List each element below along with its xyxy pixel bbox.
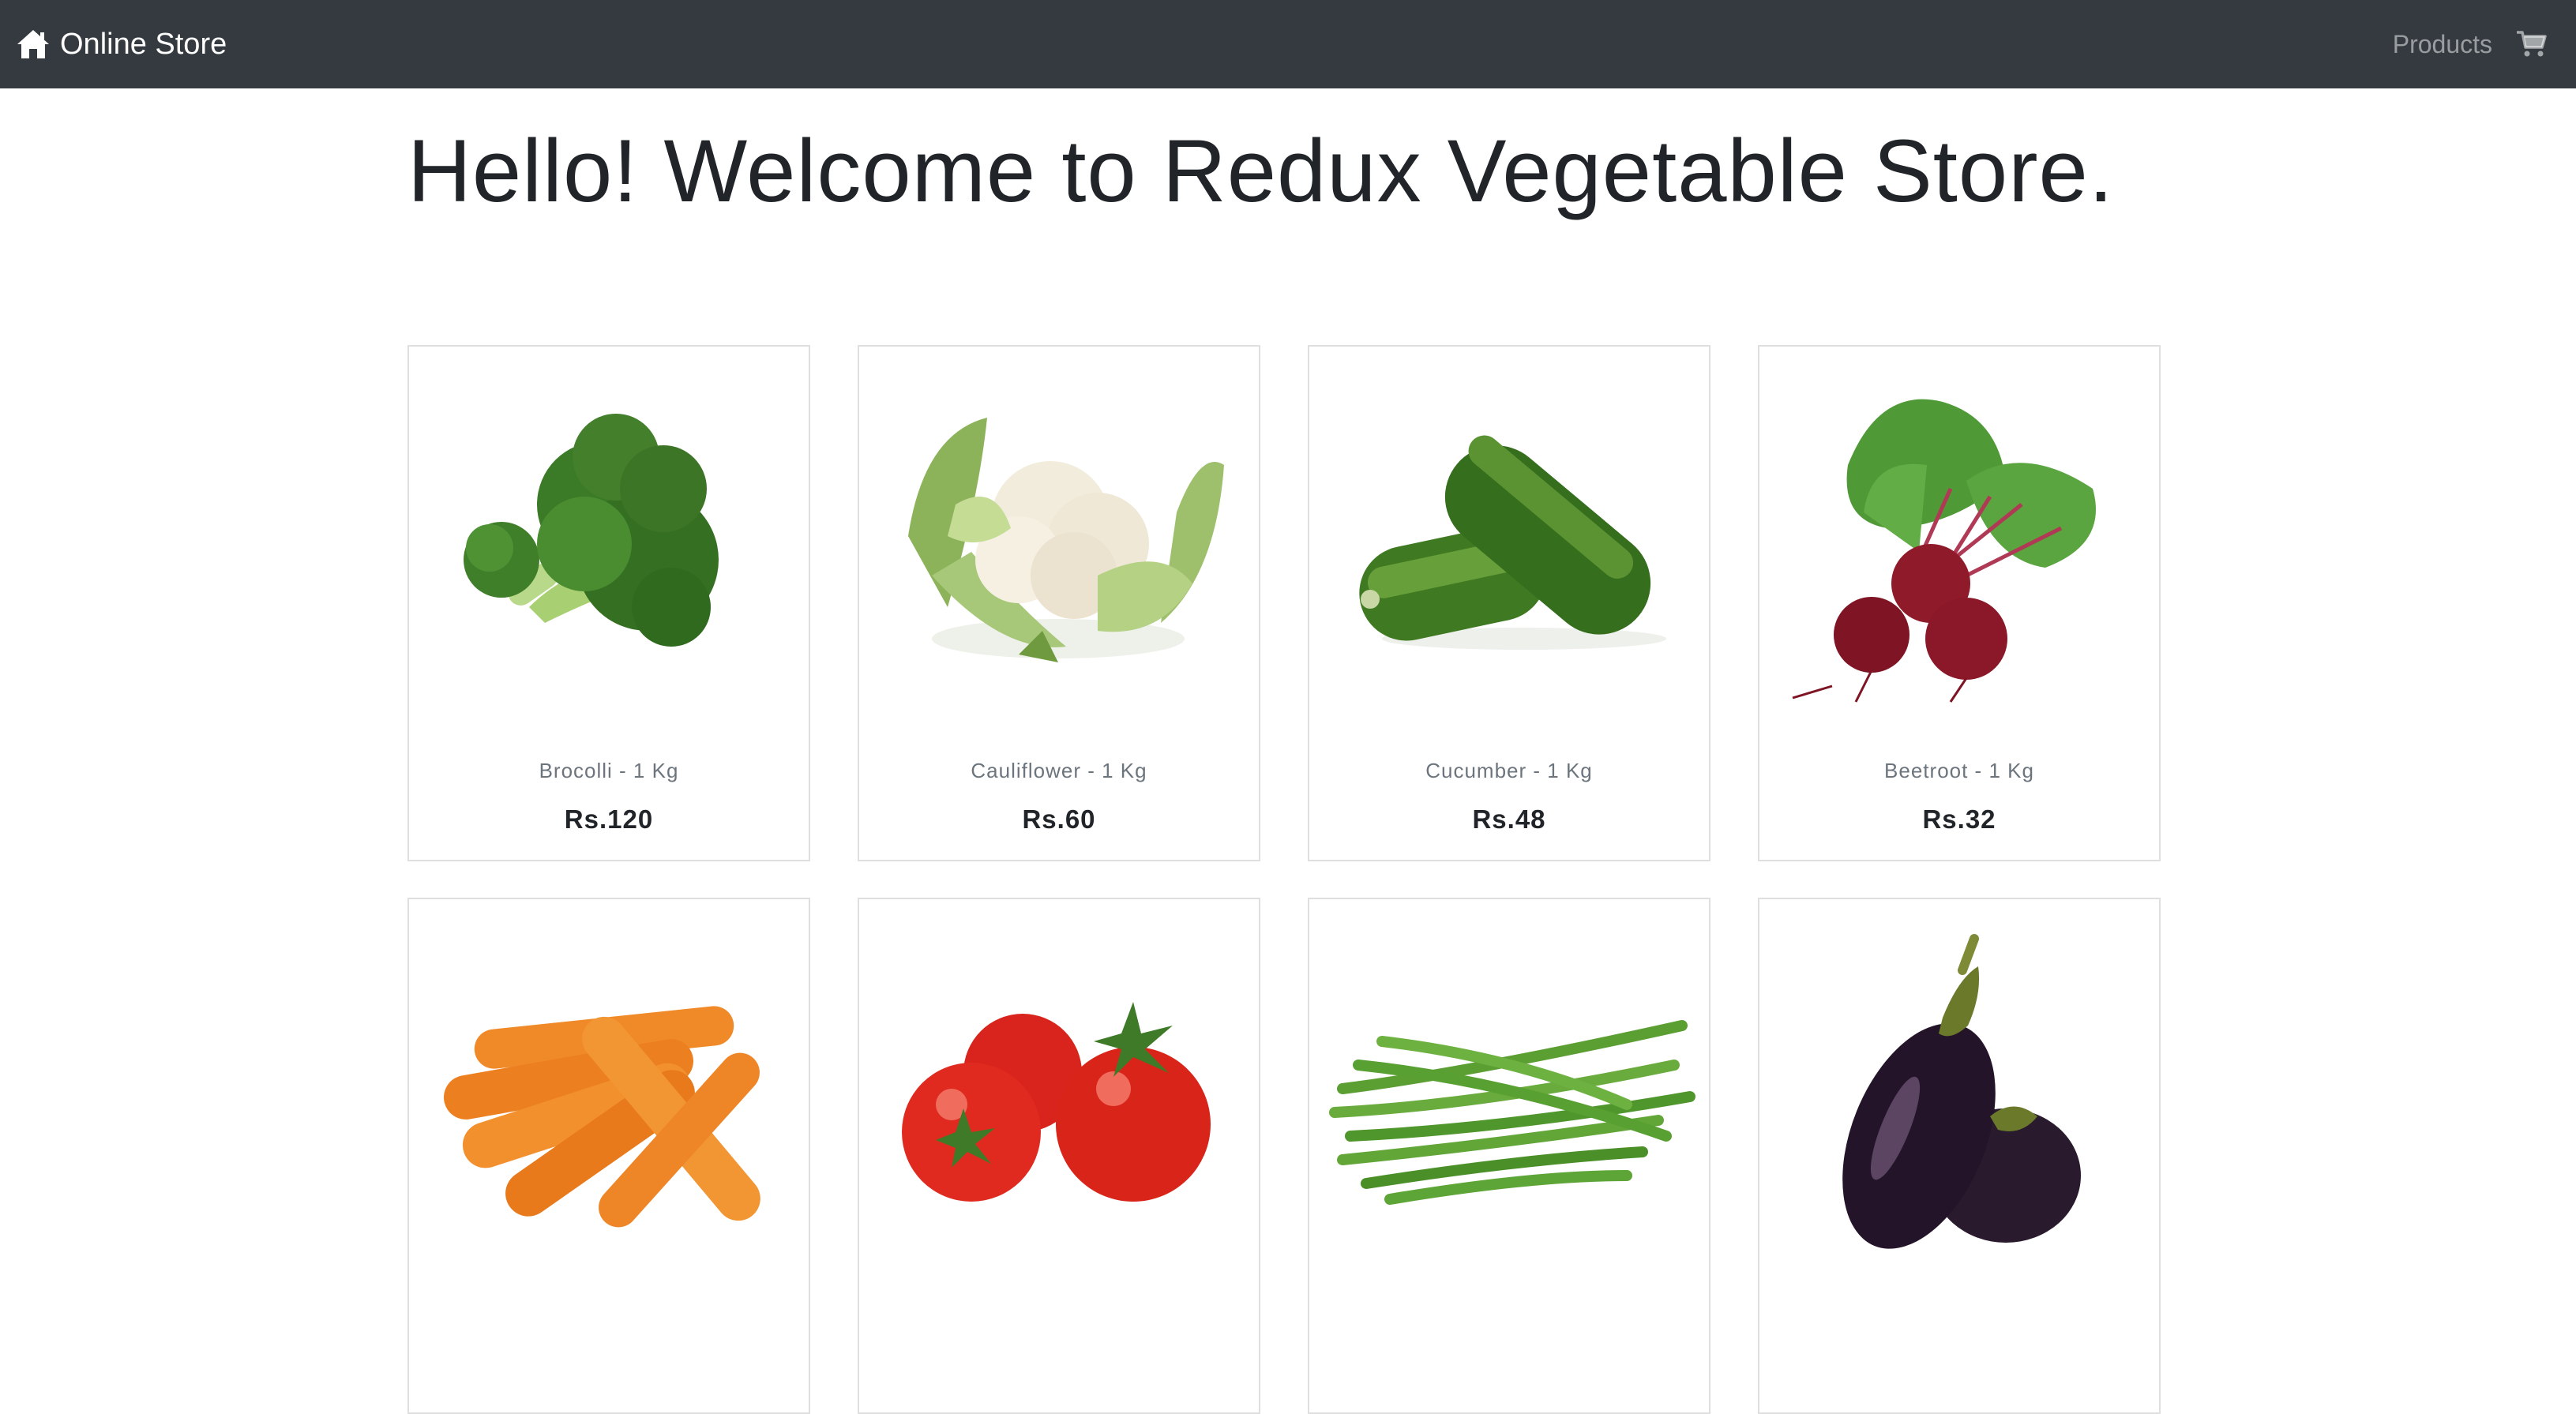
product-card[interactable]: [1308, 898, 1710, 1414]
product-name: Beetroot - 1 Kg: [1884, 759, 2034, 782]
product-name: Cauliflower - 1 Kg: [971, 759, 1147, 782]
product-card[interactable]: [407, 898, 810, 1414]
eggplant-image: [1761, 923, 2161, 1262]
product-price: Rs.120: [564, 805, 654, 834]
product-price: Rs.32: [1922, 805, 1996, 834]
cucumber-image: [1311, 370, 1710, 710]
beetroot-image: [1761, 370, 2161, 710]
nav-right: Products: [2393, 30, 2548, 59]
home-icon: [16, 28, 51, 60]
tomatoes-image: [861, 923, 1260, 1262]
product-price: Rs.48: [1472, 805, 1546, 834]
cart-icon[interactable]: [2516, 30, 2548, 58]
top-navbar: Online Store Products: [0, 0, 2576, 88]
green-beans-image: [1311, 923, 1710, 1262]
products-link[interactable]: Products: [2393, 30, 2492, 59]
product-card[interactable]: Brocolli - 1 Kg Rs.120: [407, 345, 810, 861]
brand-link[interactable]: Online Store: [16, 28, 227, 62]
product-name: Brocolli - 1 Kg: [539, 759, 679, 782]
cauliflower-image: [861, 370, 1260, 710]
product-card[interactable]: Beetroot - 1 Kg Rs.32: [1758, 345, 2161, 861]
product-name: Cucumber - 1 Kg: [1425, 759, 1593, 782]
brand-name: Online Store: [60, 27, 227, 61]
product-card[interactable]: [858, 898, 1260, 1414]
page-title: Hello! Welcome to Redux Vegetable Store.: [407, 122, 2114, 220]
product-card[interactable]: [1758, 898, 2161, 1414]
carrots-image: [411, 923, 810, 1262]
product-card[interactable]: Cucumber - 1 Kg Rs.48: [1308, 345, 1710, 861]
product-card[interactable]: Cauliflower - 1 Kg Rs.60: [858, 345, 1260, 861]
broccoli-image: [411, 370, 810, 710]
product-price: Rs.60: [1022, 805, 1096, 834]
